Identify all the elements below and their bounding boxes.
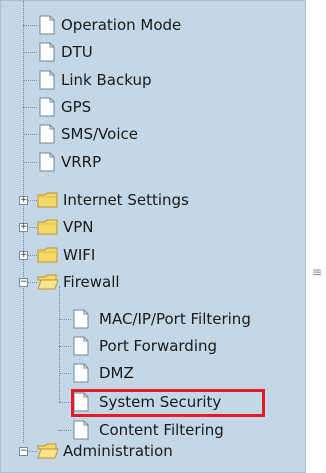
- open-folder-icon: [37, 443, 59, 459]
- folder-icon: [37, 247, 58, 263]
- open-folder-icon: [37, 274, 59, 290]
- tree-item-vrrp[interactable]: VRRP: [39, 151, 101, 173]
- tree-connector: [59, 319, 71, 320]
- tree-connector: [59, 430, 71, 431]
- tree-item-sms-voice[interactable]: SMS/Voice: [39, 123, 138, 145]
- tree-item-content-filtering[interactable]: Content Filtering: [73, 419, 224, 441]
- document-icon: [39, 70, 55, 90]
- tree-item-label: VPN: [63, 218, 94, 236]
- navigation-tree-panel: Operation Mode DTU Link Backup GPS SMS/V…: [0, 0, 306, 473]
- tree-connector: [23, 162, 37, 163]
- collapse-toggle-icon[interactable]: −: [19, 278, 28, 287]
- tree-connector: [59, 346, 71, 347]
- tree-item-label: DTU: [61, 43, 93, 61]
- tree-item-wifi[interactable]: WIFI: [37, 244, 95, 266]
- folder-icon: [37, 192, 58, 208]
- document-icon: [39, 42, 55, 62]
- tree-item-dtu[interactable]: DTU: [39, 41, 93, 63]
- tree-item-label: WIFI: [63, 246, 96, 264]
- tree-item-link-backup[interactable]: Link Backup: [39, 69, 151, 91]
- tree-connector: [28, 451, 37, 452]
- splitter-grip-icon[interactable]: ≡: [312, 265, 322, 279]
- tree-connector: [23, 25, 37, 26]
- tree-item-label: VRRP: [61, 153, 102, 171]
- tree-item-label: GPS: [61, 98, 92, 116]
- tree-item-label: MAC/IP/Port Filtering: [99, 310, 251, 328]
- document-icon: [73, 392, 89, 412]
- tree-connector: [59, 402, 71, 403]
- expand-toggle-icon[interactable]: +: [19, 251, 28, 260]
- document-icon: [73, 336, 89, 356]
- tree-item-operation-mode[interactable]: Operation Mode: [39, 14, 181, 36]
- tree-item-label: Link Backup: [61, 71, 152, 89]
- document-icon: [39, 152, 55, 172]
- document-icon: [39, 124, 55, 144]
- tree-item-label: Content Filtering: [99, 421, 224, 439]
- document-icon: [73, 420, 89, 440]
- tree-item-label: System Security: [99, 393, 222, 411]
- tree-connector: [23, 52, 37, 53]
- tree-item-dmz[interactable]: DMZ: [73, 362, 134, 384]
- tree-item-port-forwarding[interactable]: Port Forwarding: [73, 335, 217, 357]
- collapse-toggle-icon[interactable]: −: [19, 447, 28, 456]
- tree-connector: [28, 282, 37, 283]
- tree-connector: [23, 80, 37, 81]
- tree-connector: [59, 373, 71, 374]
- tree-connector: [23, 107, 37, 108]
- tree-connector-firewall: [59, 286, 60, 402]
- tree-item-firewall[interactable]: Firewall: [37, 271, 120, 293]
- tree-item-gps[interactable]: GPS: [39, 96, 91, 118]
- tree-item-label: Firewall: [63, 273, 120, 291]
- tree-item-internet-settings[interactable]: Internet Settings: [37, 189, 189, 211]
- tree-item-mac-ip-port-filtering[interactable]: MAC/IP/Port Filtering: [73, 308, 251, 330]
- tree-item-administration[interactable]: Administration: [37, 440, 173, 462]
- document-icon: [39, 97, 55, 117]
- tree-item-label: DMZ: [99, 364, 134, 382]
- document-icon: [73, 309, 89, 329]
- tree-connector: [28, 227, 37, 228]
- tree-item-label: Port Forwarding: [99, 337, 218, 355]
- tree-item-label: SMS/Voice: [61, 125, 138, 143]
- tree-item-label: Operation Mode: [61, 16, 182, 34]
- expand-toggle-icon[interactable]: +: [19, 223, 28, 232]
- tree-connector: [23, 134, 37, 135]
- expand-toggle-icon[interactable]: +: [19, 196, 28, 205]
- tree-item-system-security[interactable]: System Security: [73, 391, 221, 413]
- tree-item-label: Internet Settings: [63, 191, 189, 209]
- tree-connector: [28, 200, 37, 201]
- tree-item-label: Administration: [63, 442, 173, 460]
- folder-icon: [37, 219, 58, 235]
- tree-connector: [28, 255, 37, 256]
- document-icon: [73, 363, 89, 383]
- document-icon: [39, 15, 55, 35]
- tree-item-vpn[interactable]: VPN: [37, 216, 94, 238]
